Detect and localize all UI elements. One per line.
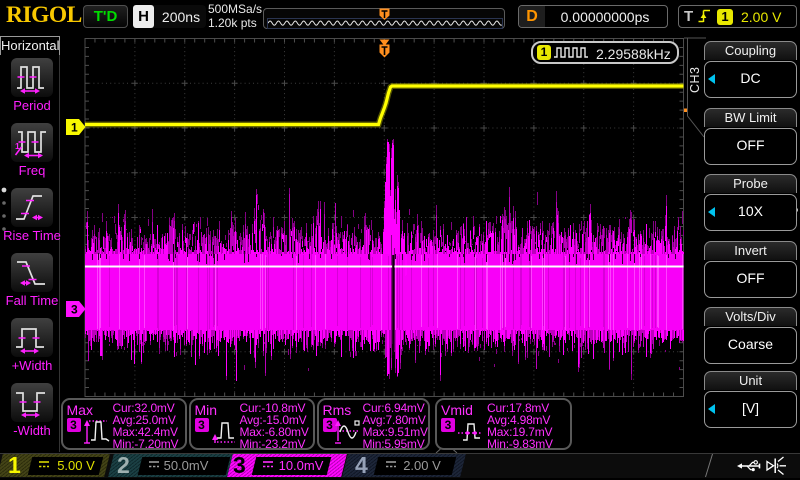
svg-text:1: 1 — [71, 121, 78, 135]
svg-text:3: 3 — [71, 303, 78, 317]
